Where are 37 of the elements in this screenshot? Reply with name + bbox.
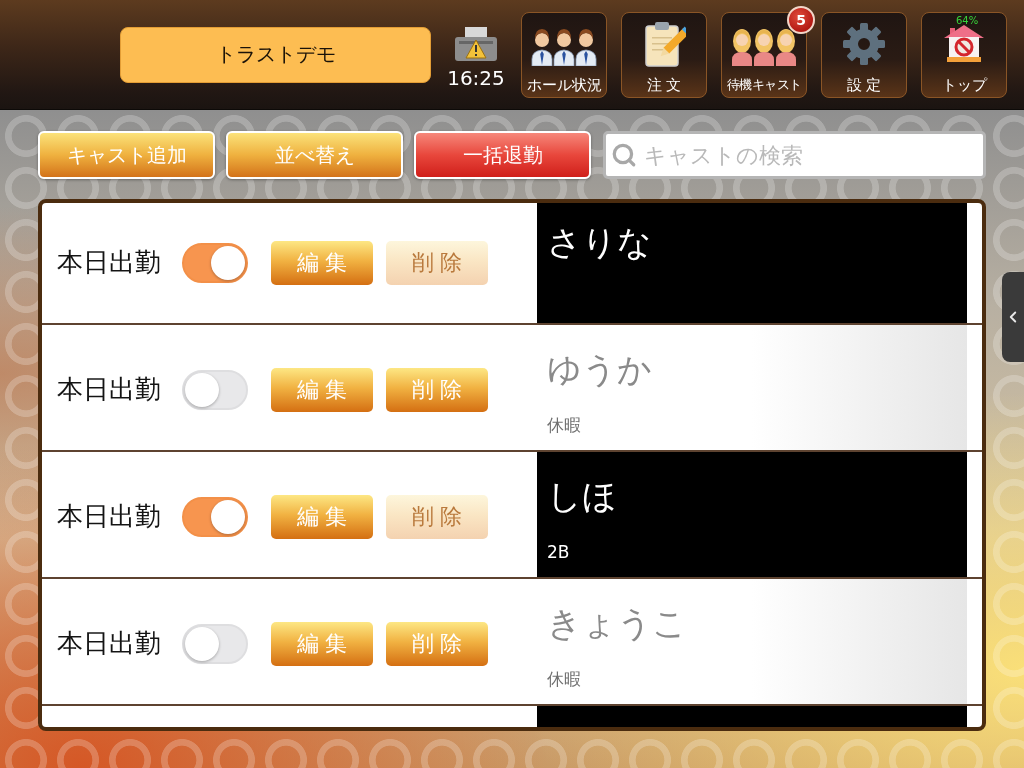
settings-icon (842, 21, 886, 66)
store-name-button[interactable]: トラストデモ (120, 26, 431, 83)
toolbar-button[interactable]: キャスト追加 (38, 131, 215, 179)
edit-button[interactable]: 編集 (271, 240, 373, 285)
notification-badge: 5 (787, 5, 815, 34)
search-icon (611, 142, 637, 168)
nav-button[interactable]: ホール状況 (521, 11, 607, 98)
cast-note: 2B (547, 542, 570, 562)
attendance-label: 本日出勤 (57, 246, 161, 279)
nav-button[interactable]: 設 定 (821, 11, 907, 98)
attendance-toggle[interactable] (182, 242, 248, 283)
delete-button[interactable]: 削除 (386, 621, 488, 666)
house-no-smoking-icon (942, 24, 986, 63)
printer-warning-icon (453, 27, 499, 61)
delete-button[interactable]: 削除 (386, 367, 488, 412)
nav-button[interactable]: トップ 64% (921, 11, 1007, 98)
cast-name: さりな (547, 222, 652, 262)
clock-time: 16:25 (447, 66, 505, 90)
attendance-label: 本日出勤 (57, 627, 161, 660)
cast-name: ゆうか (547, 349, 652, 389)
bulk-leave-button[interactable]: 一括退勤 (414, 131, 591, 179)
edit-button[interactable]: 編集 (271, 494, 373, 539)
cast-note: 休暇 (547, 669, 581, 689)
attendance-label: 本日出勤 (57, 373, 161, 406)
cast-note: 休暇 (547, 415, 581, 435)
toolbar-button[interactable]: 並べ替え (226, 131, 403, 179)
nav-button[interactable]: 注 文 (621, 11, 707, 98)
attendance-label: 本日出勤 (57, 500, 161, 533)
cast-name: しほ (547, 476, 617, 516)
drawer-handle[interactable] (1002, 272, 1024, 362)
attendance-toggle[interactable] (182, 496, 248, 537)
edit-button[interactable]: 編集 (271, 367, 373, 412)
clipboard-pencil-icon (642, 20, 686, 67)
search-field[interactable]: キャストの検索 (603, 131, 986, 179)
battery-percent: 64% (956, 14, 979, 26)
edit-button[interactable]: 編集 (271, 621, 373, 666)
cast-name: きょうこ (547, 603, 687, 643)
